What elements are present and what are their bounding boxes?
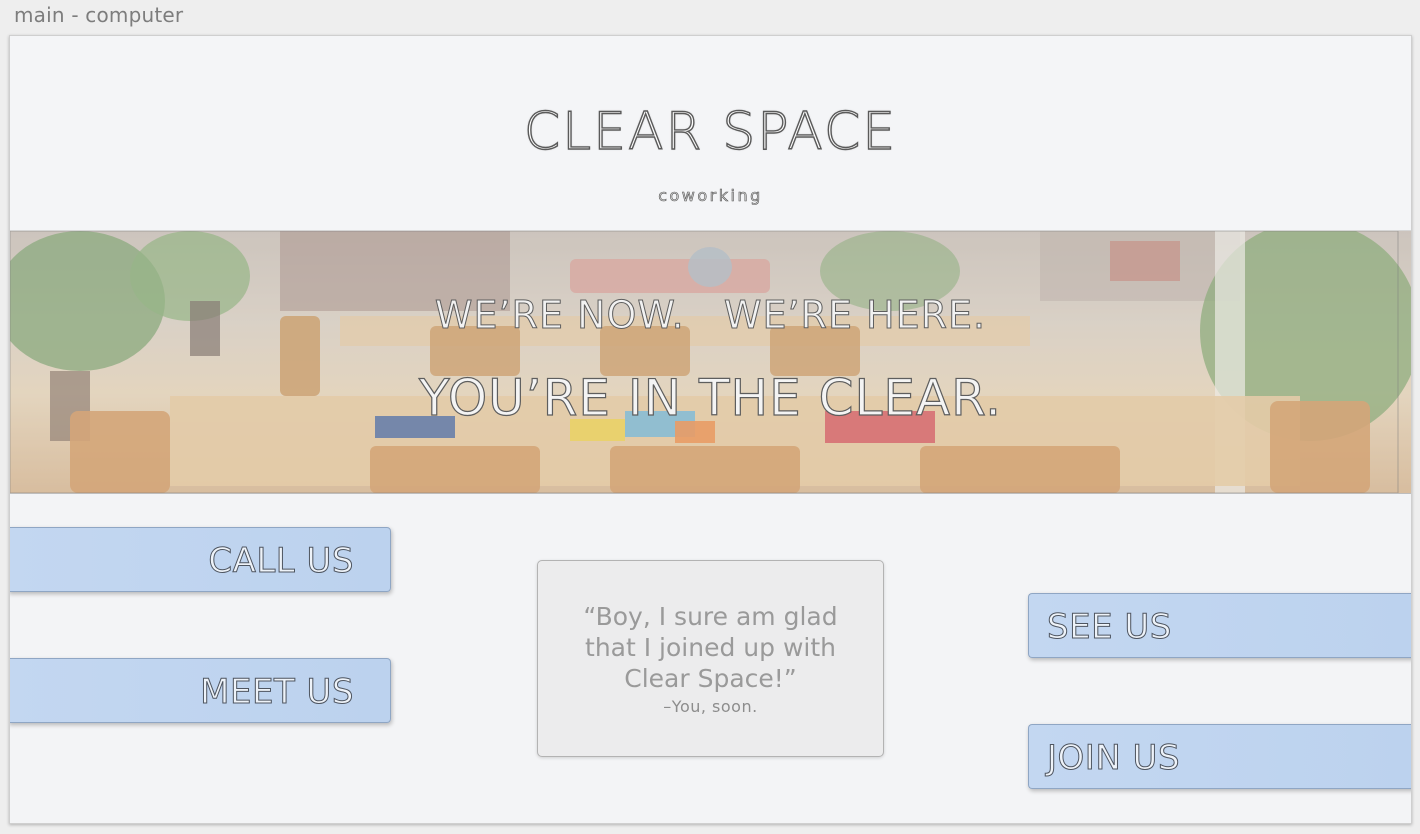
testimonial-card: “Boy, I sure am glad that I joined up wi… <box>537 560 884 757</box>
see-us-label: SEE US <box>1047 607 1172 648</box>
meet-us-label: MEET US <box>200 672 354 713</box>
hero-subheadline: YOU’RE IN THE CLEAR. <box>418 368 1002 427</box>
hero-banner: WE’RE NOW. WE’RE HERE. YOU’RE IN THE CLE… <box>10 231 1411 494</box>
join-us-label: JOIN US <box>1046 738 1181 779</box>
join-us-button[interactable]: JOIN US <box>1028 724 1411 789</box>
see-us-button[interactable]: SEE US <box>1028 593 1411 658</box>
testimonial-author: –You, soon. <box>663 697 758 716</box>
brand-tagline: coworking <box>658 186 763 206</box>
site-header: CLEAR SPACE coworking <box>10 36 1411 231</box>
page-frame: CLEAR SPACE coworking WE’RE NOW. WE’RE H… <box>9 35 1412 824</box>
window-title: main - computer <box>14 3 184 27</box>
hero-headline: WE’RE NOW. WE’RE HERE. <box>434 293 987 338</box>
brand-logo: CLEAR SPACE <box>523 101 898 162</box>
call-us-label: CALL US <box>208 541 354 582</box>
hero-photo <box>10 231 1411 493</box>
testimonial-quote: “Boy, I sure am glad that I joined up wi… <box>583 602 838 693</box>
call-us-button[interactable]: CALL US <box>10 527 391 592</box>
meet-us-button[interactable]: MEET US <box>10 658 391 723</box>
